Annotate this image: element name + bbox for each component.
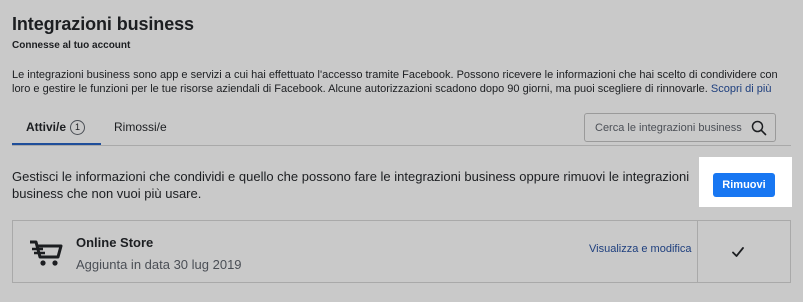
description-text: Le integrazioni business sono app e serv… (12, 69, 778, 95)
page-title: Integrazioni business (12, 14, 194, 34)
shopping-cart-icon (30, 240, 63, 266)
search-box[interactable] (584, 113, 776, 142)
view-edit-link[interactable]: Visualizza e modifica (589, 243, 692, 255)
tab-active-count-badge: 1 (70, 120, 86, 135)
tab-active[interactable]: Attivi/e 1 (12, 112, 101, 146)
tab-bar: Attivi/e 1 Rimossi/e (12, 112, 192, 146)
integration-row: Online Store Aggiunta in data 30 lug 201… (12, 220, 791, 283)
tabs-divider (12, 145, 791, 146)
row-divider (697, 221, 698, 282)
learn-more-link[interactable]: Scopri di più (711, 83, 772, 95)
search-input[interactable] (595, 121, 745, 134)
manage-description: Gestisci le informazioni che condividi e… (12, 169, 690, 201)
tab-removed-label: Rimossi/e (114, 120, 167, 134)
page-subtitle: Connesse al tuo account (12, 40, 131, 51)
select-checkbox[interactable] (729, 243, 747, 261)
tab-removed[interactable]: Rimossi/e (114, 112, 167, 146)
integration-added-date: Aggiunta in data 30 lug 2019 (76, 257, 242, 272)
page: Integrazioni business Connesse al tuo ac… (0, 0, 803, 302)
tab-active-label: Attivi/e (26, 120, 67, 134)
integration-name: Online Store (76, 235, 154, 250)
search-icon[interactable] (751, 120, 767, 136)
description: Le integrazioni business sono app e serv… (12, 68, 782, 96)
remove-button[interactable]: Rimuovi (713, 173, 775, 197)
